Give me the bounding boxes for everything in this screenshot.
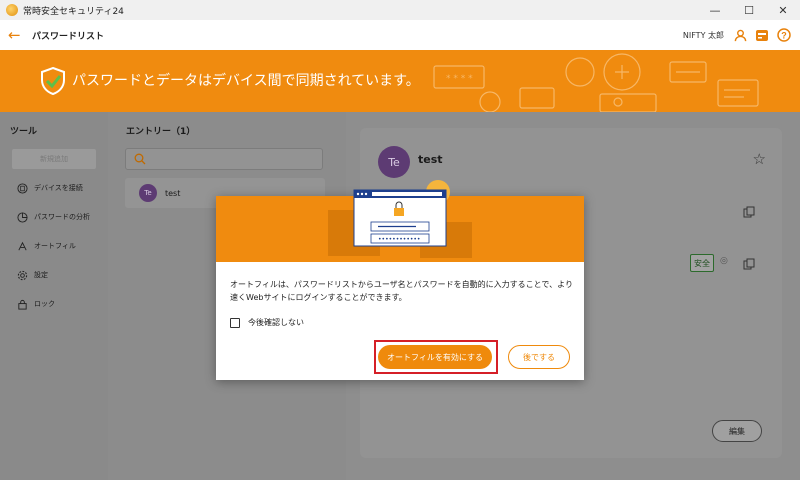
sidebar-item-password-analysis[interactable]: パスワードの分析 [16, 211, 90, 223]
help-icon[interactable]: ? [776, 27, 792, 43]
page-title: パスワードリスト [32, 31, 105, 42]
sidebar-item-lock[interactable]: ロック [16, 298, 55, 310]
svg-text:?: ? [781, 31, 787, 41]
card-icon[interactable] [754, 27, 770, 43]
svg-text:* * * *: * * * * [446, 74, 473, 84]
dont-ask-again-checkbox[interactable] [230, 317, 240, 328]
user-name: NIFTY 太郎 [682, 30, 724, 40]
add-new-button[interactable]: 新規追加 [12, 149, 96, 169]
window-titlebar: 常時安全セキュリティ24 — ☐ ✕ [0, 0, 800, 20]
app-header: ← パスワードリスト NIFTY 太郎 ? [0, 20, 800, 50]
gear-icon [16, 269, 28, 281]
sync-banner: パスワードとデータはデバイス間で同期されています。 * * * * [0, 50, 800, 112]
minimize-button[interactable]: — [698, 0, 732, 20]
tools-sidebar: ツール 新規追加 デバイスを接続 パスワードの分析 オートフィル 設定 ロック [0, 112, 108, 480]
back-arrow-icon[interactable]: ← [8, 26, 22, 44]
shield-check-icon [41, 67, 65, 95]
header-actions: NIFTY 太郎 ? [683, 20, 792, 50]
banner-message: パスワードとデータはデバイス間で同期されています。 [72, 73, 420, 89]
status-badge: 安全 [690, 254, 714, 272]
banner-decoration: * * * * [433, 53, 759, 112]
highlight-annotation [374, 340, 498, 374]
svg-text:••••••••••••: •••••••••••• [378, 236, 420, 243]
edit-button[interactable]: 編集 [712, 420, 762, 442]
user-icon[interactable] [732, 27, 748, 43]
entries-title: エントリー（1） [126, 127, 196, 137]
lock-icon [16, 298, 28, 310]
sidebar-item-label: 設定 [34, 271, 48, 279]
detail-avatar: Te [378, 146, 410, 178]
entry-name: test [165, 188, 181, 198]
entry-avatar: Te [139, 184, 157, 202]
dialog-header: •••••••••••• [216, 180, 584, 262]
star-icon[interactable]: ☆ [753, 150, 766, 168]
sidebar-item-label: ロック [34, 300, 55, 308]
analysis-icon [16, 211, 28, 223]
sidebar-item-label: デバイスを接続 [34, 184, 83, 192]
maximize-button[interactable]: ☐ [732, 0, 766, 20]
search-icon [134, 153, 146, 165]
sidebar-item-connect-device[interactable]: デバイスを接続 [16, 182, 83, 194]
sidebar-item-autofill[interactable]: オートフィル [16, 240, 76, 252]
dialog-message: オートフィルは、パスワードリストからユーザ名とパスワードを自動的に入力することで… [230, 280, 573, 302]
later-button[interactable]: 後でする [508, 345, 570, 369]
autofill-icon [16, 240, 28, 252]
window-controls: — ☐ ✕ [698, 0, 800, 20]
close-button[interactable]: ✕ [766, 0, 800, 20]
window-title: 常時安全セキュリティ24 [23, 6, 124, 17]
dont-ask-again-label: 今後確認しない [248, 318, 304, 327]
dont-ask-again-option[interactable]: 今後確認しない [230, 317, 304, 328]
app-logo-icon [6, 4, 18, 16]
devices-icon [16, 182, 28, 194]
detail-name: test [418, 153, 443, 166]
entries-search-input[interactable] [125, 148, 323, 170]
sidebar-item-label: パスワードの分析 [34, 213, 90, 221]
copy-icon[interactable] [743, 258, 755, 270]
sidebar-item-settings[interactable]: 設定 [16, 269, 48, 281]
sidebar-item-label: オートフィル [34, 242, 76, 250]
eye-icon[interactable]: ◎ [720, 256, 728, 266]
login-illustration-icon: •••••••••••• [328, 180, 472, 258]
sidebar-heading: ツール [10, 127, 38, 137]
copy-icon[interactable] [743, 206, 755, 218]
